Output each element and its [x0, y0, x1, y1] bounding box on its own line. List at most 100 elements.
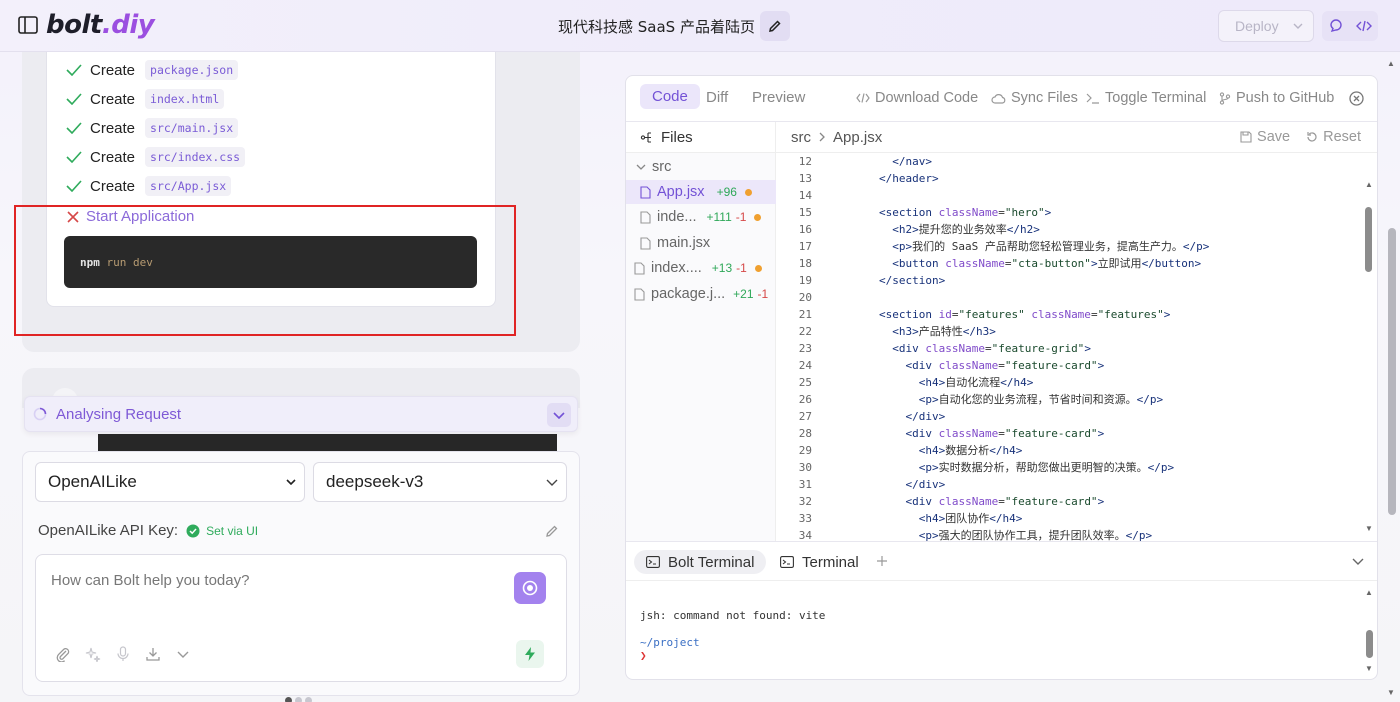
editor-scrollbar[interactable] [1365, 207, 1372, 272]
code-text: </header> [878, 172, 939, 185]
terminal-tabs: Bolt Terminal Terminal [626, 541, 1377, 581]
action-verb: Create [90, 90, 136, 108]
action-verb: Create [90, 148, 136, 166]
page-scroll-down-arrow[interactable]: ▼ [1387, 688, 1395, 697]
action-file[interactable]: src/main.jsx [145, 118, 239, 138]
chat-title: 现代科技感 SaaS 产品着陆页 [558, 18, 755, 36]
expand-progress-button[interactable] [547, 403, 571, 427]
tab-code[interactable]: Code [640, 84, 700, 109]
bolt-action-button[interactable] [516, 640, 544, 668]
sidebar-toggle-icon[interactable] [18, 16, 38, 34]
breadcrumb-item[interactable]: App.jsx [833, 129, 882, 146]
line-number: 32 [798, 495, 812, 508]
terminal-path: ~/project [640, 636, 700, 649]
provider-select[interactable]: OpenAILike [35, 462, 305, 502]
code-text: <p>强大的团队协作工具，提升团队效率。</p> [918, 529, 1153, 541]
tree-item-main-jsx[interactable]: main.jsx [626, 231, 710, 255]
api-key-status: Set via UI [206, 523, 259, 538]
line-number: 21 [798, 308, 812, 321]
breadcrumb-item[interactable]: src [791, 129, 811, 146]
edit-api-key-icon[interactable] [545, 524, 559, 538]
toggle-terminal-button[interactable]: Toggle Terminal [1086, 90, 1206, 106]
scroll-down-arrow[interactable]: ▼ [1365, 664, 1373, 673]
scroll-down-arrow[interactable]: ▼ [1365, 524, 1373, 533]
removed-count: -1 [736, 261, 747, 275]
tree-item-index-css[interactable]: inde... +111 -1 [626, 205, 762, 229]
save-button[interactable]: Save [1240, 129, 1290, 145]
tree-item-label: App.jsx [657, 184, 705, 200]
modified-dot [744, 188, 752, 196]
removed-count: -1 [735, 210, 747, 224]
download-icon [146, 648, 160, 661]
code-line: 31 </div> [776, 476, 1377, 493]
tree-item-package-json[interactable]: package.j... +21 -1 [626, 282, 768, 306]
stop-circle-icon [522, 580, 538, 596]
deploy-button[interactable]: Deploy [1218, 10, 1314, 42]
attach-button[interactable] [54, 645, 72, 663]
reset-button[interactable]: Reset [1306, 129, 1361, 145]
action-file[interactable]: package.json [145, 60, 239, 80]
check-icon [66, 64, 82, 76]
tree-item-app-jsx[interactable]: App.jsx +96 [626, 180, 776, 204]
import-button[interactable] [144, 645, 162, 663]
tree-item-label: main.jsx [657, 235, 711, 251]
check-circle-icon [186, 524, 200, 537]
tab-terminal[interactable]: Terminal [768, 550, 871, 574]
more-options-button[interactable] [174, 645, 192, 663]
tree-item-label: package.j... [651, 286, 726, 302]
page-scroll-up-arrow[interactable]: ▲ [1387, 59, 1395, 68]
code-icon [856, 93, 870, 103]
add-terminal-icon[interactable] [876, 555, 888, 567]
top-bar: bolt.diy 现代科技感 SaaS 产品着陆页 Deploy [0, 0, 1400, 52]
code-line: 30 <p>实时数据分析，帮助您做出更明智的决策。</p> [776, 459, 1377, 476]
chat-view-button[interactable] [1322, 11, 1350, 41]
chevron-down-icon[interactable] [1352, 558, 1364, 565]
sync-files-button[interactable]: Sync Files [991, 90, 1078, 106]
send-button[interactable] [514, 572, 546, 604]
scroll-up-arrow[interactable]: ▲ [1365, 180, 1373, 189]
action-row: Create src/index.css [66, 146, 246, 168]
model-value: deepseek-v3 [326, 472, 424, 491]
code-text: <section id="features" className="featur… [878, 308, 1171, 321]
enhance-prompt-button[interactable] [84, 645, 102, 663]
tab-bolt-terminal[interactable]: Bolt Terminal [634, 550, 767, 574]
check-icon [66, 93, 82, 105]
code-line: 20 [776, 289, 1377, 306]
page-scrollbar[interactable] [1388, 228, 1396, 515]
file-icon [634, 261, 645, 275]
tab-diff[interactable]: Diff [706, 89, 728, 106]
action-verb: Create [90, 119, 136, 137]
action-row: Create index.html [66, 88, 225, 110]
close-circle-icon[interactable] [1349, 91, 1364, 106]
tree-folder-src[interactable]: src [626, 155, 671, 179]
tree-item-index-html[interactable]: index.... +13 -1 [626, 256, 762, 280]
tab-preview[interactable]: Preview [752, 89, 805, 106]
workbench: Code Diff Preview Download Code Sync Fil… [625, 75, 1378, 680]
voice-input-button[interactable] [114, 645, 132, 663]
code-view-button[interactable] [1350, 11, 1378, 41]
action-file[interactable]: index.html [145, 89, 225, 109]
scroll-up-arrow[interactable]: ▲ [1365, 588, 1373, 597]
download-code-button[interactable]: Download Code [856, 90, 978, 106]
bolt-terminal-label: Bolt Terminal [668, 553, 755, 571]
check-icon [66, 122, 82, 134]
code-line: 29 <h4>数据分析</h4> [776, 442, 1377, 459]
action-file[interactable]: src/index.css [145, 147, 246, 167]
model-select[interactable]: deepseek-v3 [313, 462, 567, 502]
code-line: 25 <h4>自动化流程</h4> [776, 374, 1377, 391]
terminal-icon [780, 556, 794, 568]
view-toggle[interactable] [1322, 11, 1378, 41]
terminal-scrollbar[interactable] [1366, 630, 1373, 658]
edit-title-button[interactable] [760, 11, 790, 41]
action-file[interactable]: src/App.jsx [145, 176, 232, 196]
line-number: 28 [798, 427, 812, 440]
terminal-output[interactable]: jsh: command not found: vite ~/project ❯ [626, 581, 1377, 679]
paperclip-icon [56, 648, 70, 662]
modified-dot [754, 213, 762, 221]
save-label: Save [1257, 129, 1291, 145]
code-editor[interactable]: 12 </nav> 13 </header> 14 15 <section class… [776, 153, 1377, 541]
push-to-github-button[interactable]: Push to GitHub [1219, 90, 1334, 106]
code-icon [1356, 20, 1372, 32]
chevron-down-icon [177, 651, 189, 658]
